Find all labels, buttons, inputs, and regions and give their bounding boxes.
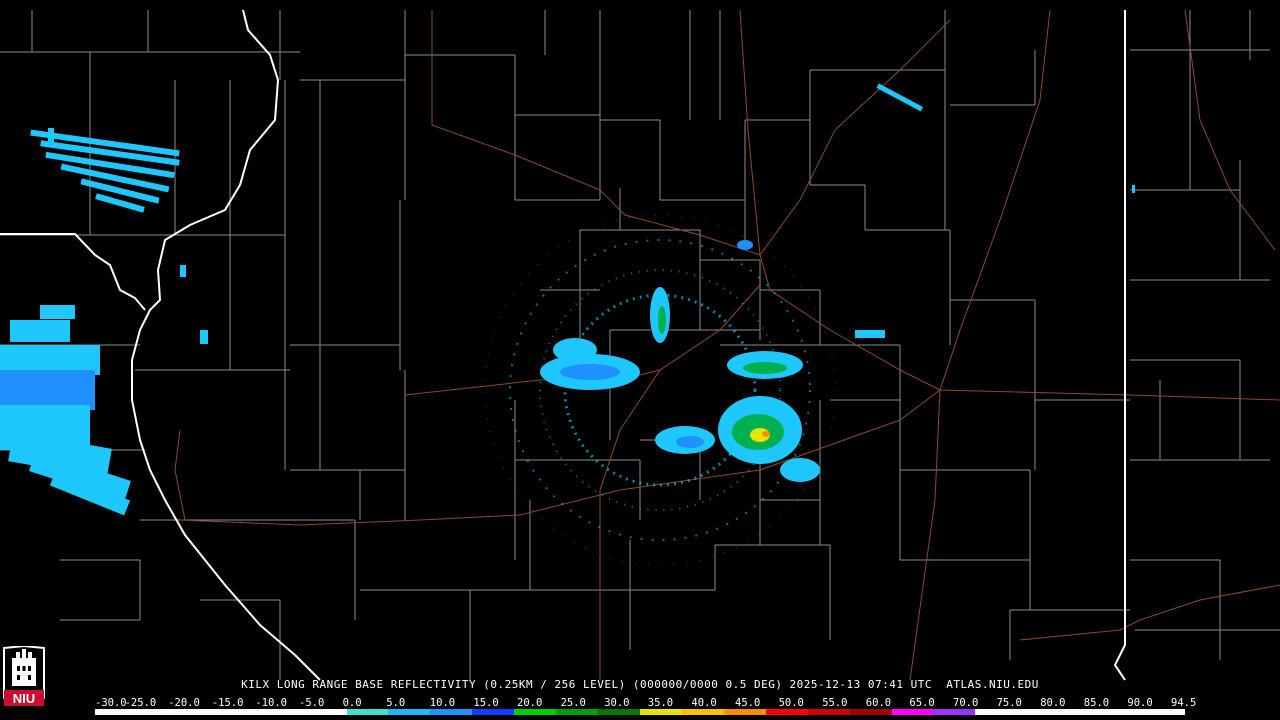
- colorbar-segment: [178, 709, 221, 715]
- colorbar-segment: [388, 709, 431, 715]
- colorbar-segment: [849, 709, 892, 715]
- scale-label: 94.5: [1171, 697, 1197, 709]
- logo-text: NIU: [13, 691, 35, 706]
- scale-label: -20.0: [168, 697, 200, 709]
- scale-label: 50.0: [778, 697, 804, 709]
- scale-label: -30.0: [95, 697, 127, 709]
- map-background: [0, 0, 1280, 720]
- colorbar-segment: [723, 709, 766, 715]
- colorbar-segment: [681, 709, 724, 715]
- reflectivity-scale-labels: -30.0 -25.0 -20.0 -15.0 -10.0 -5.0 0.0 5.0 10.0 1…: [95, 697, 1197, 709]
- scale-label: -5.0: [299, 697, 325, 709]
- scale-label: 25.0: [560, 697, 586, 709]
- scale-label: 15.0: [473, 697, 499, 709]
- colorbar-segment: [514, 709, 557, 715]
- scale-label: 30.0: [604, 697, 630, 709]
- colorbar-segment: [262, 709, 305, 715]
- scale-label: 45.0: [735, 697, 761, 709]
- colorbar-segment: [639, 709, 682, 715]
- colorbar-segment: [95, 709, 137, 715]
- colorbar-segment: [220, 709, 263, 715]
- colorbar-segment: [1059, 709, 1102, 715]
- colorbar-segment: [933, 709, 976, 715]
- colorbar-segment: [556, 709, 599, 715]
- colorbar-segment: [430, 709, 473, 715]
- scale-label: 55.0: [822, 697, 848, 709]
- scale-label: 85.0: [1083, 697, 1110, 709]
- scale-label: 10.0: [429, 697, 456, 709]
- scale-label: 80.0: [1040, 697, 1066, 709]
- scale-label: 5.0: [386, 697, 406, 709]
- scale-label: 0.0: [342, 697, 362, 709]
- radar-map: [0, 0, 1280, 720]
- colorbar-segment: [891, 709, 934, 715]
- scale-label: 60.0: [865, 697, 892, 709]
- scale-label: 40.0: [691, 697, 717, 709]
- colorbar-segment: [1143, 709, 1185, 715]
- scale-label: 90.0: [1127, 697, 1153, 709]
- colorbar-segment: [765, 709, 808, 715]
- colorbar-segment: [1101, 709, 1144, 715]
- scale-label: -10.0: [255, 697, 287, 709]
- colorbar-segment: [472, 709, 515, 715]
- scale-label: 65.0: [909, 697, 935, 709]
- reflectivity-colorbar: [95, 709, 1185, 715]
- colorbar-segment: [975, 709, 1018, 715]
- scale-label: 35.0: [647, 697, 674, 709]
- scale-label: -25.0: [124, 697, 157, 709]
- scale-label: -15.0: [211, 697, 244, 709]
- colorbar-segment: [136, 709, 179, 715]
- niu-logo-icon: NIU: [3, 646, 45, 706]
- scale-label: 75.0: [996, 697, 1022, 709]
- colorbar-segment: [807, 709, 850, 715]
- colorbar-segment: [304, 709, 347, 715]
- product-caption: KILX LONG RANGE BASE REFLECTIVITY (0.25K…: [241, 678, 1039, 691]
- scale-label: 70.0: [953, 697, 979, 709]
- colorbar-segment: [598, 709, 640, 715]
- colorbar-segment: [1017, 709, 1060, 715]
- scale-label: 20.0: [517, 697, 543, 709]
- colorbar-segment: [346, 709, 389, 715]
